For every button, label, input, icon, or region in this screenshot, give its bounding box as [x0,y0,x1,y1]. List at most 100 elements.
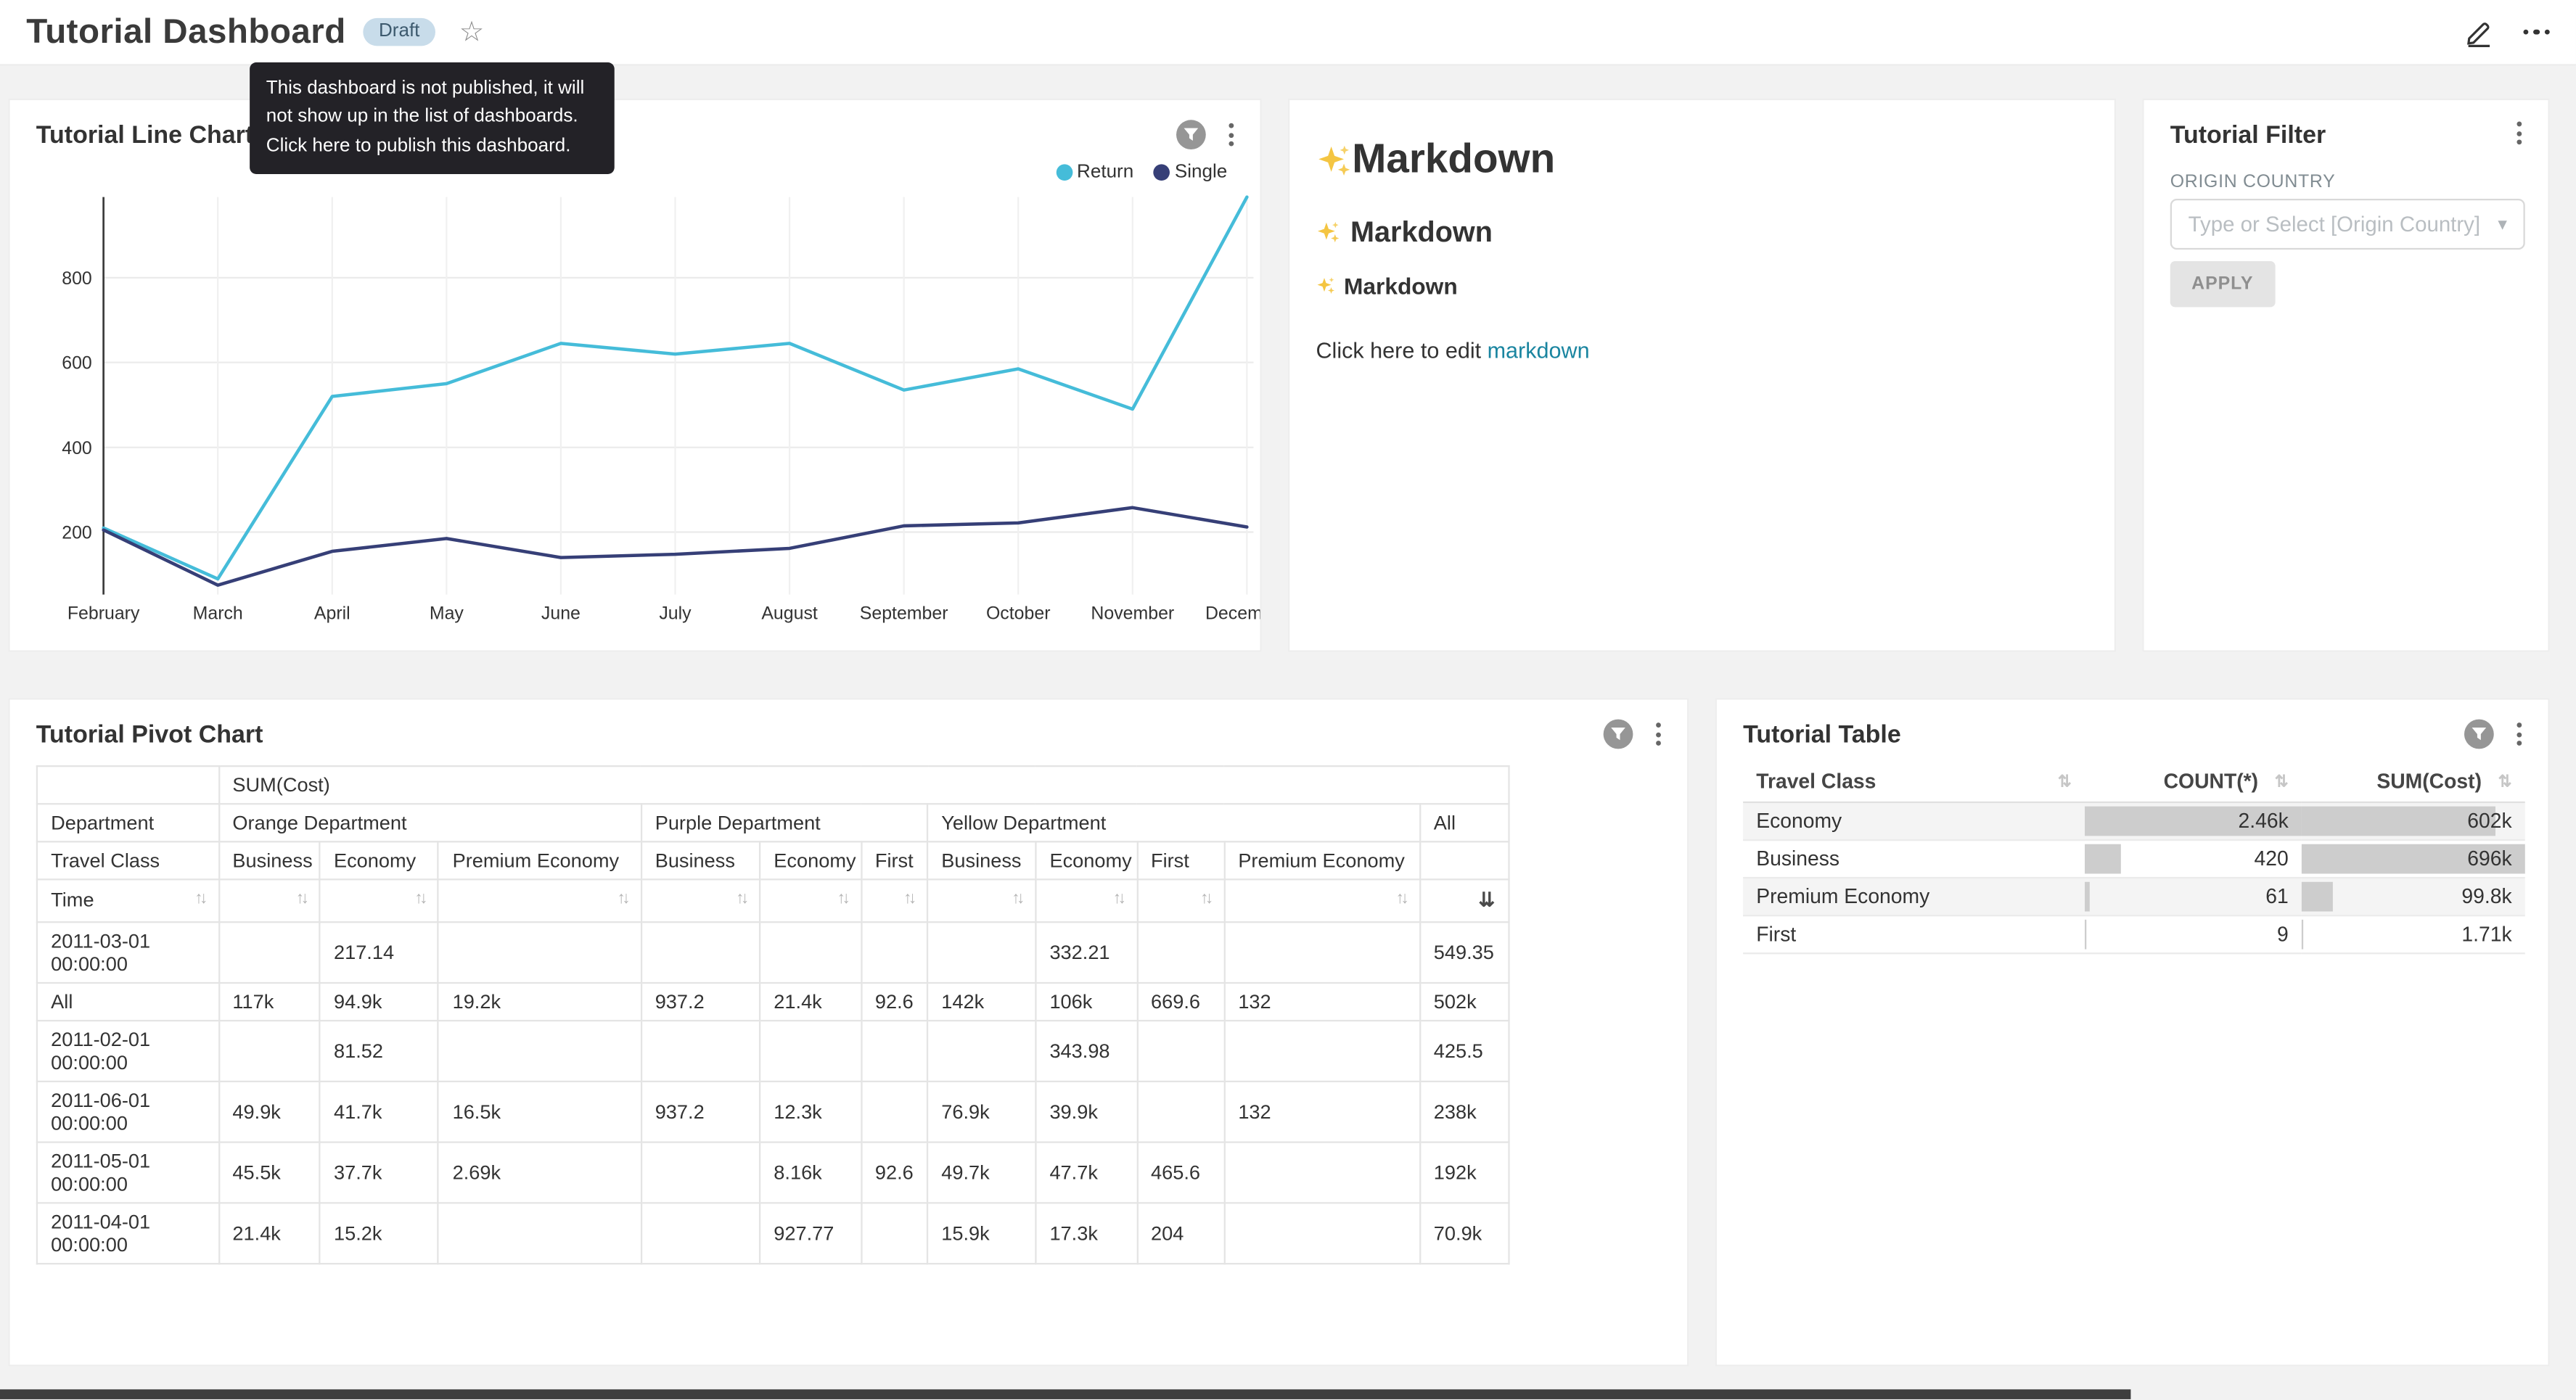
pivot-class-header: Business [641,841,760,879]
pivot-cell: 927.77 [760,1203,861,1264]
pivot-class-header: Premium Economy [1224,841,1419,879]
pivot-sort-cell: ↑↓ [927,879,1035,921]
filter-indicator-icon[interactable] [1176,120,1206,149]
chart-menu-icon[interactable] [1222,122,1240,148]
pivot-class-header: First [1137,841,1224,879]
sort-icon[interactable]: ⇅ [2275,773,2289,791]
column-header[interactable]: Travel Class⇅ [1743,762,2085,802]
travel-class-cell: Business [1743,840,2085,878]
sort-icon[interactable]: ↑↓ [837,889,848,913]
sort-icon[interactable]: ↑↓ [1113,889,1123,913]
pivot-row: 2011-03-01 00:00:00217.14332.21549.35 [37,922,1509,983]
pivot-row: All117k94.9k19.2k937.221.4k92.6142k106k6… [37,983,1509,1021]
pivot-row: 2011-05-01 00:00:0045.5k37.7k2.69k8.16k9… [37,1142,1509,1203]
pivot-cell: 132 [1224,983,1419,1021]
legend-item-return[interactable]: Return [1056,162,1134,182]
travel-class-cell: First [1743,915,2085,953]
svg-text:November: November [1091,604,1174,624]
sort-icon[interactable]: ⇅ [2058,773,2072,791]
pivot-cell: 21.4k [218,1203,320,1264]
column-header[interactable]: COUNT(*)⇅ [2085,762,2302,802]
svg-text:October: October [986,604,1051,624]
pivot-cell: 425.5 [1420,1021,1509,1082]
count-cell: 9 [2085,915,2302,953]
origin-country-label: ORIGIN COUNTRY [2170,173,2336,192]
filter-menu-icon[interactable] [2510,120,2528,146]
table-card-actions [2464,720,2528,749]
table-menu-icon[interactable] [2510,721,2528,747]
sort-icon[interactable]: ↑↓ [736,889,746,913]
sum-cost-cell: 602k [2302,802,2525,840]
pivot-sort-cell: ↑↓ [1035,879,1137,921]
filter-card: Tutorial Filter ORIGIN COUNTRY Type or S… [2142,99,2549,652]
sort-icon[interactable]: ↑↓ [415,889,425,913]
count-cell: 420 [2085,840,2302,878]
pivot-cell: 2.69k [438,1142,641,1203]
svg-text:May: May [430,604,464,624]
pivot-cell: 92.6 [861,1142,927,1203]
sort-icon[interactable]: ↑↓ [194,889,205,913]
sort-icon[interactable]: ↑↓ [1396,889,1406,913]
origin-country-select[interactable]: Type or Select [Origin Country] ▾ [2170,199,2525,250]
pivot-cell: 669.6 [1137,983,1224,1021]
cell-value: 2.46k [2098,810,2289,833]
pivot-sort-cell: ⇊ [1420,879,1509,921]
cell-value: 1.71k [2315,923,2512,946]
sort-icon[interactable]: ↑↓ [618,889,628,913]
publish-tooltip[interactable]: This dashboard is not published, it will… [250,62,615,173]
markdown-heading-small: Markdown [1316,273,2088,299]
pivot-sort-cell: ↑↓ [1137,879,1224,921]
pivot-cell: 937.2 [641,1081,760,1142]
chart-title: Tutorial Line Chart [36,122,253,149]
pivot-cell: 37.7k [320,1142,439,1203]
pivot-class-header: Business [927,841,1035,879]
sparkles-icon [1316,276,1335,295]
sort-icon[interactable]: ↑↓ [1012,889,1022,913]
svg-text:September: September [860,604,948,624]
pivot-cell: 332.21 [1035,922,1137,983]
svg-text:July: July [659,604,692,624]
pivot-measure-header: SUM(Cost) [218,766,1509,804]
sort-icon[interactable]: ↑↓ [903,889,914,913]
column-header-label: SUM(Cost) [2376,770,2482,794]
header-actions [2464,17,2550,47]
pivot-cell: 41.7k [320,1081,439,1142]
column-header[interactable]: SUM(Cost) ⇅ [2302,762,2525,802]
horizontal-scrollbar-thumb[interactable] [0,1389,2130,1399]
sort-icon[interactable]: ↑↓ [1200,889,1210,913]
pivot-cell [641,1203,760,1264]
pivot-sort-cell: ↑↓ [218,879,320,921]
pivot-class-header [1420,841,1509,879]
pivot-cell: 15.9k [927,1203,1035,1264]
pivot-cell [861,922,927,983]
pivot-dept-header: All [1420,804,1509,841]
pivot-cell: 217.14 [320,922,439,983]
pivot-menu-icon[interactable] [1649,721,1668,747]
more-menu-icon[interactable] [2522,22,2549,41]
pivot-cell [1137,1081,1224,1142]
pivot-cell: 117k [218,983,320,1021]
count-cell: 2.46k [2085,802,2302,840]
sort-icon[interactable]: ⇅ [2498,773,2512,791]
markdown-heading-medium: Markdown [1316,215,2088,250]
apply-button[interactable]: APPLY [2170,261,2275,307]
markdown-edit-link[interactable]: markdown [1488,338,1590,363]
sparkles-icon [1316,142,1352,178]
pivot-cell: 192k [1420,1142,1509,1203]
cell-value: 602k [2315,810,2512,833]
legend-item-single[interactable]: Single [1153,162,1227,182]
pivot-time-label: Time [51,889,94,913]
edit-dashboard-icon[interactable] [2464,17,2493,47]
filter-indicator-icon[interactable] [1604,720,1633,749]
pivot-cell: 16.5k [438,1081,641,1142]
filter-indicator-icon[interactable] [2464,720,2494,749]
svg-text:April: April [314,604,350,624]
draft-badge[interactable]: Draft [362,17,436,46]
pivot-sort-cell: ↑↓ [641,879,760,921]
sort-icon[interactable]: ⇊ [1478,887,1495,915]
favorite-star-icon[interactable]: ☆ [459,18,485,46]
pivot-cell [1224,1203,1419,1264]
data-table: Travel Class⇅COUNT(*)⇅SUM(Cost)⇅Economy2… [1743,762,2525,954]
sort-icon[interactable]: ↑↓ [296,889,306,913]
pivot-cell [218,922,320,983]
